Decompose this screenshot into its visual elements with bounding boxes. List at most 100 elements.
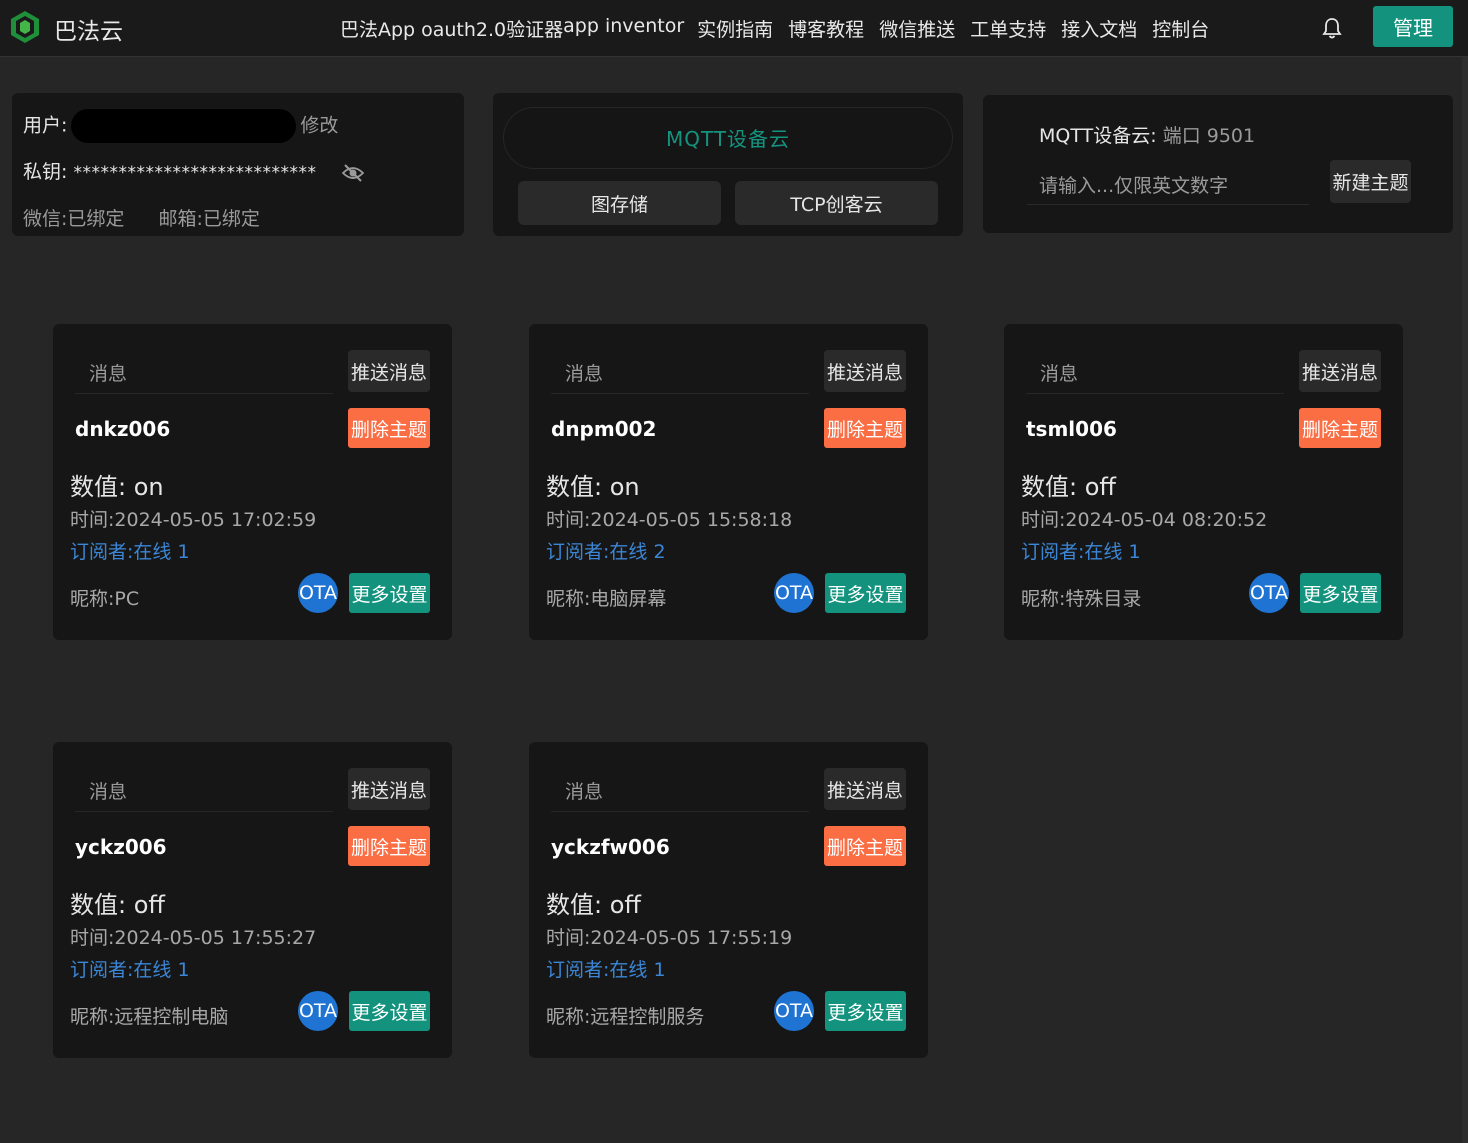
nick-text: 电脑屏幕 xyxy=(590,588,667,610)
nickname: 昵称:远程控制服务 xyxy=(546,1002,704,1029)
topic-value: 数值: off xyxy=(1021,467,1116,502)
topic-name: dnpm002 xyxy=(551,417,657,441)
nav-console[interactable]: 控制台 xyxy=(1152,15,1209,42)
edit-user-link[interactable]: 修改 xyxy=(300,115,338,137)
delete-topic-button[interactable]: 删除主题 xyxy=(348,408,430,448)
time-text: 2024-05-05 17:55:19 xyxy=(590,927,793,949)
subs-label: 订阅者: xyxy=(70,959,134,981)
cloud-switch-panel: MQTT设备云 图存储 TCP创客云 xyxy=(493,93,963,236)
topic-time: 时间:2024-05-05 17:02:59 xyxy=(70,505,316,532)
nick-label: 昵称: xyxy=(70,588,115,610)
push-message-button[interactable]: 推送消息 xyxy=(348,350,430,392)
topic-time: 时间:2024-05-04 08:20:52 xyxy=(1021,505,1267,532)
value-label: 数值: xyxy=(1021,473,1078,501)
wechat-label: 微信: xyxy=(23,208,68,230)
time-text: 2024-05-05 15:58:18 xyxy=(590,509,793,531)
user-label: 用户: xyxy=(23,114,68,137)
device-card: 推送消息 yckzfw006 删除主题 数值: off 时间:2024-05-0… xyxy=(529,742,928,1058)
ota-button[interactable]: OTA xyxy=(298,991,338,1031)
binding-row: 微信:已绑定 邮箱:已绑定 xyxy=(23,204,260,231)
nav-examples[interactable]: 实例指南 xyxy=(697,15,773,42)
nav-blog[interactable]: 博客教程 xyxy=(788,15,864,42)
more-settings-button[interactable]: 更多设置 xyxy=(349,573,430,613)
topic-value: 数值: on xyxy=(70,467,164,502)
nickname: 昵称:PC xyxy=(70,584,139,611)
nickname: 昵称:远程控制电脑 xyxy=(70,1002,228,1029)
value-label: 数值: xyxy=(70,473,127,501)
eye-slash-icon[interactable] xyxy=(341,163,365,183)
topic-value: 数值: on xyxy=(546,467,640,502)
secret-row: 私钥: *************************** xyxy=(23,157,365,184)
nav-wechat-push[interactable]: 微信推送 xyxy=(879,15,955,42)
value-text: on xyxy=(133,473,164,501)
delete-topic-button[interactable]: 删除主题 xyxy=(348,826,430,866)
port-label: 端口 9501 xyxy=(1162,125,1256,147)
message-input[interactable] xyxy=(551,772,809,812)
topic-value: 数值: off xyxy=(546,885,641,920)
push-message-button[interactable]: 推送消息 xyxy=(824,768,906,810)
push-message-button[interactable]: 推送消息 xyxy=(348,768,430,810)
mqtt-cloud-label: MQTT设备云: xyxy=(1039,125,1157,147)
device-card: 推送消息 dnkz006 删除主题 数值: on 时间:2024-05-05 1… xyxy=(53,324,452,640)
page-scrollbar[interactable] xyxy=(1462,57,1468,1143)
tcp-cloud-button[interactable]: TCP创客云 xyxy=(735,181,938,225)
bell-icon[interactable] xyxy=(1321,16,1343,40)
message-input[interactable] xyxy=(75,772,333,812)
time-label: 时间: xyxy=(1021,509,1066,531)
new-topic-panel: MQTT设备云: 端口 9501 新建主题 xyxy=(983,95,1453,233)
nav-oauth-verifier[interactable]: oauth2.0验证器 xyxy=(421,15,563,42)
new-topic-input[interactable] xyxy=(1027,167,1309,205)
device-card: 推送消息 tsml006 删除主题 数值: off 时间:2024-05-04 … xyxy=(1004,324,1403,640)
brand-name[interactable]: 巴法云 xyxy=(54,12,123,46)
nav-bafa-app[interactable]: 巴法App xyxy=(340,15,415,42)
delete-topic-button[interactable]: 删除主题 xyxy=(824,408,906,448)
image-storage-button[interactable]: 图存储 xyxy=(518,181,721,225)
subscribers: 订阅者:在线 2 xyxy=(546,537,666,564)
manage-button[interactable]: 管理 xyxy=(1373,6,1453,47)
time-text: 2024-05-04 08:20:52 xyxy=(1065,509,1268,531)
ota-button[interactable]: OTA xyxy=(774,573,814,613)
topic-name: yckz006 xyxy=(75,835,167,859)
push-message-button[interactable]: 推送消息 xyxy=(824,350,906,392)
value-text: on xyxy=(609,473,640,501)
bemfa-logo-icon[interactable] xyxy=(8,10,42,44)
subs-label: 订阅者: xyxy=(1021,541,1085,563)
time-label: 时间: xyxy=(546,509,591,531)
delete-topic-button[interactable]: 删除主题 xyxy=(824,826,906,866)
message-input[interactable] xyxy=(551,354,809,394)
push-message-button[interactable]: 推送消息 xyxy=(1299,350,1381,392)
device-card: 推送消息 dnpm002 删除主题 数值: on 时间:2024-05-05 1… xyxy=(529,324,928,640)
main-nav: 巴法App oauth2.0验证器 app inventor 实例指南 博客教程… xyxy=(340,15,1224,42)
nick-text: 远程控制服务 xyxy=(590,1006,705,1028)
ota-button[interactable]: OTA xyxy=(774,991,814,1031)
email-label: 邮箱: xyxy=(158,208,203,230)
subscribers: 订阅者:在线 1 xyxy=(70,955,190,982)
more-settings-button[interactable]: 更多设置 xyxy=(825,991,906,1031)
subscribers: 订阅者:在线 1 xyxy=(70,537,190,564)
subscribers: 订阅者:在线 1 xyxy=(1021,537,1141,564)
nav-docs[interactable]: 接入文档 xyxy=(1061,15,1137,42)
topic-time: 时间:2024-05-05 17:55:27 xyxy=(70,923,316,950)
top-navbar: 巴法云 巴法App oauth2.0验证器 app inventor 实例指南 … xyxy=(0,0,1468,57)
topic-value: 数值: off xyxy=(70,885,165,920)
message-input[interactable] xyxy=(1026,354,1284,394)
mqtt-cloud-tab[interactable]: MQTT设备云 xyxy=(503,107,953,169)
time-label: 时间: xyxy=(546,927,591,949)
more-settings-button[interactable]: 更多设置 xyxy=(825,573,906,613)
message-input[interactable] xyxy=(75,354,333,394)
nav-ticket-support[interactable]: 工单支持 xyxy=(970,15,1046,42)
create-topic-button[interactable]: 新建主题 xyxy=(1330,160,1411,203)
time-label: 时间: xyxy=(70,927,115,949)
more-settings-button[interactable]: 更多设置 xyxy=(349,991,430,1031)
topic-name: tsml006 xyxy=(1026,417,1117,441)
topic-time: 时间:2024-05-05 17:55:19 xyxy=(546,923,792,950)
nav-app-inventor[interactable]: app inventor xyxy=(563,15,684,42)
ota-button[interactable]: OTA xyxy=(1249,573,1289,613)
delete-topic-button[interactable]: 删除主题 xyxy=(1299,408,1381,448)
secret-value: *************************** xyxy=(73,163,317,183)
ota-button[interactable]: OTA xyxy=(298,573,338,613)
nick-label: 昵称: xyxy=(1021,588,1066,610)
nick-label: 昵称: xyxy=(546,588,591,610)
more-settings-button[interactable]: 更多设置 xyxy=(1300,573,1381,613)
subs-text: 在线 1 xyxy=(1084,541,1141,563)
